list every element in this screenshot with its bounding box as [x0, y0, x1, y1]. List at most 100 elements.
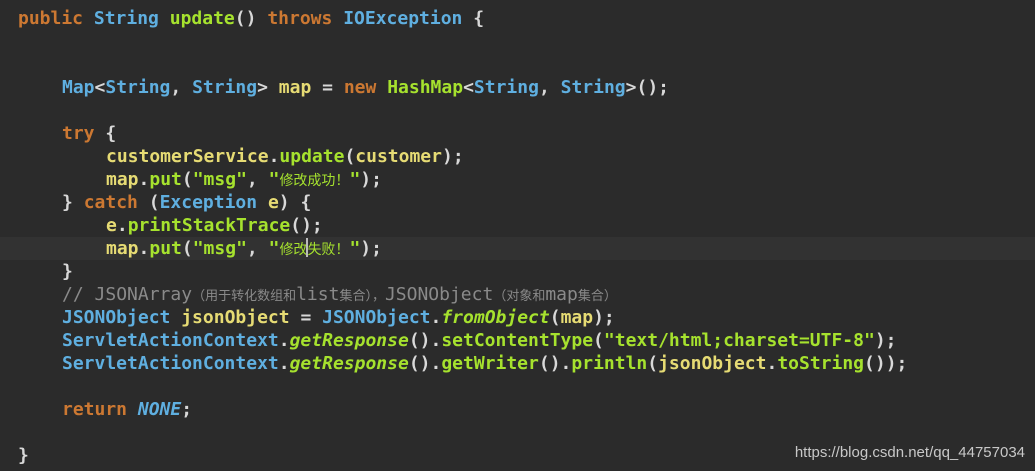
comment-text: （用于转化数组和 [192, 289, 297, 304]
method-print-stack-trace: printStackTrace [127, 215, 291, 236]
comment-text: JSONObject [384, 284, 494, 305]
variable-map: map [560, 307, 594, 328]
string-failure-message-part1: 修改 [279, 242, 308, 258]
type-string: String [192, 77, 258, 98]
string-msg: "msg" [192, 169, 247, 190]
dot: . [766, 353, 778, 374]
type-jsonobject: JSONObject [62, 307, 171, 328]
type-map: Map [62, 77, 95, 98]
open-paren: ( [181, 169, 193, 190]
type-string: String [473, 77, 539, 98]
code-line-service-update[interactable]: customerService.update(customer); [0, 145, 1035, 168]
code-line-print-stack-trace[interactable]: e.printStackTrace(); [0, 214, 1035, 237]
code-editor[interactable]: public String update() throws IOExceptio… [0, 0, 1035, 471]
dot: . [278, 353, 290, 374]
dot: . [278, 330, 290, 351]
variable-jsonobject: jsonObject [181, 307, 290, 328]
string-content-type: "text/html;charset=UTF-8" [603, 330, 875, 351]
comment-text: JSONArray [83, 284, 193, 305]
method-put: put [149, 238, 182, 259]
comment-slashes: // [62, 284, 84, 305]
quote: " [268, 169, 280, 190]
type-string: String [105, 77, 171, 98]
code-line-map-declaration[interactable]: Map<String, String> map = new HashMap<St… [0, 76, 1035, 99]
close-paren: ); [441, 146, 464, 167]
code-line-put-success[interactable]: map.put("msg", "修改成功！"); [0, 168, 1035, 191]
code-line-json-object[interactable]: JSONObject jsonObject = JSONObject.fromO… [0, 306, 1035, 329]
watermark-url: https://blog.csdn.net/qq_44757034 [794, 444, 1025, 461]
comma: , [246, 169, 258, 190]
open-paren: ( [181, 238, 193, 259]
code-line-close-catch[interactable]: } [0, 260, 1035, 283]
semicolon: ; [181, 399, 193, 420]
code-line-println[interactable]: ServletActionContext.getResponse().getWr… [0, 352, 1035, 375]
open-paren: ( [549, 307, 561, 328]
close-paren: ); [360, 169, 382, 190]
code-line-comment[interactable]: // JSONArray（用于转化数组和list集合），JSONObject（对… [0, 283, 1035, 306]
open-brace: { [473, 8, 485, 29]
variable-map: map [278, 77, 312, 98]
dot: . [268, 146, 280, 167]
method-set-content-type: setContentType [441, 330, 594, 351]
parens: () [234, 8, 257, 29]
type-servlet-action-context: ServletActionContext [62, 353, 279, 374]
open-paren: ( [593, 330, 604, 351]
method-get-response: getResponse [289, 353, 409, 374]
open-brace: { [105, 123, 117, 144]
quote: " [268, 238, 280, 259]
close-brace: } [18, 445, 29, 466]
variable-jsonobject: jsonObject [658, 353, 767, 374]
lt: < [94, 77, 106, 98]
comma: , [170, 77, 182, 98]
close-paren: ); [593, 307, 615, 328]
code-line-method-signature[interactable]: public String update() throws IOExceptio… [0, 7, 1035, 30]
dot: . [116, 215, 128, 236]
keyword-try: try [62, 123, 95, 144]
comment-text: 集合）， [339, 289, 385, 304]
type-ioexception: IOException [343, 8, 463, 29]
quote: " [349, 169, 361, 190]
close-paren: ()); [864, 353, 908, 374]
dot: . [430, 307, 442, 328]
method-name-update: update [169, 8, 235, 29]
method-put: put [149, 169, 182, 190]
type-servlet-action-context: ServletActionContext [62, 330, 279, 351]
open-paren: ( [344, 146, 356, 167]
code-line-catch[interactable]: } catch (Exception e) { [0, 191, 1035, 214]
comment-text: （对象和 [493, 289, 546, 304]
method-update: update [279, 146, 345, 167]
class-hashmap: HashMap [387, 77, 464, 98]
gt: > [625, 77, 637, 98]
code-line-try[interactable]: try { [0, 122, 1035, 145]
keyword-new: new [343, 77, 377, 98]
variable-map: map [106, 238, 139, 259]
method-println: println [571, 353, 648, 374]
open-paren: ( [647, 353, 659, 374]
type-string: String [560, 77, 626, 98]
comment-text: 集合） [577, 289, 617, 304]
comma: , [246, 238, 258, 259]
equals: = [322, 77, 333, 98]
keyword-catch: catch [83, 192, 138, 213]
close-paren: ); [874, 330, 897, 351]
keyword-return: return [62, 399, 128, 420]
call-chain: (). [408, 353, 442, 374]
call-chain: (). [538, 353, 572, 374]
type-string: String [93, 8, 159, 29]
comment-text: map [545, 284, 578, 305]
variable-customer: customer [355, 146, 442, 167]
code-line-put-failure[interactable]: map.put("msg", "修改失败！"); [0, 237, 1035, 260]
method-get-writer: getWriter [441, 353, 539, 374]
method-to-string: toString [777, 353, 865, 374]
comma: , [538, 77, 550, 98]
string-success-message: 修改成功！ [279, 173, 350, 189]
variable-e: e [267, 192, 279, 213]
call-chain: (). [408, 330, 442, 351]
code-line-set-content-type[interactable]: ServletActionContext.getResponse().setCo… [0, 329, 1035, 352]
variable-e: e [106, 215, 117, 236]
code-line-return[interactable]: return NONE; [0, 398, 1035, 421]
string-failure-message-part2: 失败！ [307, 242, 350, 258]
method-get-response: getResponse [289, 330, 409, 351]
lt: < [463, 77, 474, 98]
keyword-throws: throws [267, 8, 333, 29]
